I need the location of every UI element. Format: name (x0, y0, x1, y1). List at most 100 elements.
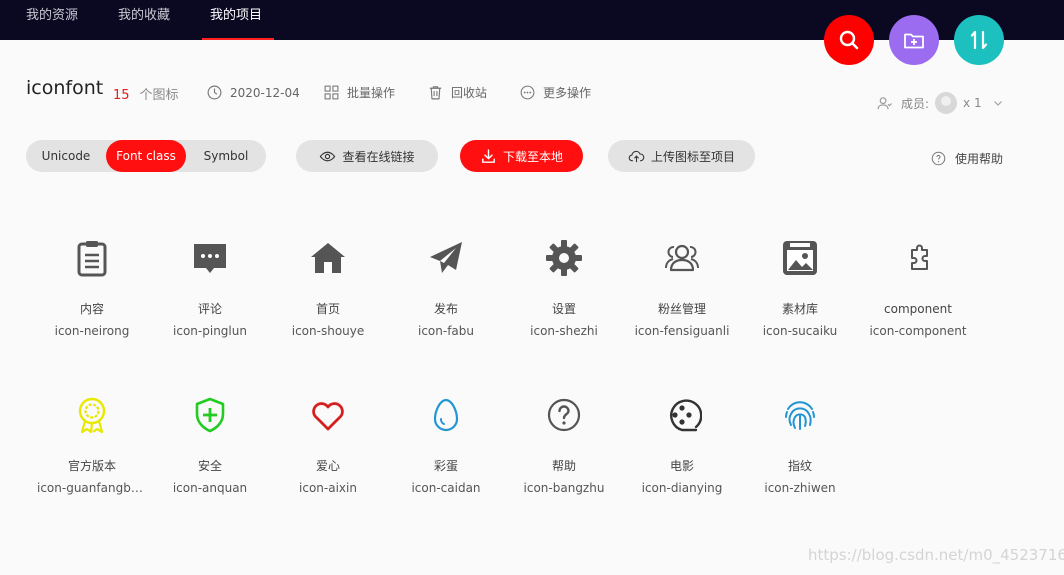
icon-code: icon-sucaiku (762, 324, 838, 338)
help-icon (931, 151, 946, 166)
icon-code: icon-dianying (641, 481, 723, 495)
more-operations-link[interactable]: 更多操作 (519, 84, 591, 101)
icon-code: icon-aixin (299, 481, 357, 495)
icon-name: 素材库 (781, 302, 818, 316)
upload-button[interactable]: 上传图标至项目 (608, 140, 755, 172)
icon-code: icon-anquan (172, 481, 248, 495)
icon-name: 内容 (79, 302, 104, 316)
icon-name: 官方版本 (67, 459, 116, 473)
icon-code: icon-shezhi (530, 324, 598, 338)
icon-name: 设置 (551, 302, 576, 316)
icon-card-fensiguanli[interactable]: 粉丝管理 icon-fensiguanli (623, 238, 741, 339)
batch-operations-label: 批量操作 (347, 86, 396, 100)
home-icon (311, 243, 345, 273)
eye-icon (320, 151, 336, 161)
upload-label: 上传图标至项目 (650, 149, 735, 164)
icon-card-guanfangbanben[interactable]: 官方版本 icon-guanfangbanben (33, 395, 151, 496)
tab-my-resources[interactable]: 我的资源 (26, 0, 78, 40)
icon-name: 帮助 (551, 459, 576, 473)
help-circle-icon (547, 398, 581, 432)
icon-name: 爱心 (315, 459, 340, 473)
icon-card-pinglun[interactable]: 评论 icon-pinglun (151, 238, 269, 339)
project-date-text: 2020-12-04 (230, 85, 300, 100)
format-segmented-control: Unicode Font class Symbol (26, 140, 266, 172)
egg-icon (433, 398, 459, 432)
sort-arrows-icon (970, 30, 988, 50)
project-date: 2020-12-04 (206, 84, 300, 101)
icon-name: 指纹 (787, 459, 812, 473)
members-info[interactable]: 成员: x 1 (876, 92, 1004, 114)
fingerprint-icon (785, 401, 815, 430)
icon-code: icon-caidan (411, 481, 481, 495)
comment-icon (194, 244, 226, 273)
help-link[interactable]: 使用帮助 (931, 150, 1003, 167)
download-button[interactable]: 下载至本地 (460, 140, 583, 172)
project-title: iconfont (26, 77, 104, 99)
cloud-upload-icon (628, 150, 645, 162)
puzzle-icon (911, 244, 928, 270)
clipboard-icon (77, 241, 107, 277)
batch-icon (324, 85, 339, 100)
add-folder-button[interactable] (889, 15, 939, 65)
icon-code: icon-shouye (291, 324, 365, 338)
icon-card-fabu[interactable]: 发布 icon-fabu (387, 238, 505, 339)
icon-count-value: 15 (113, 88, 130, 103)
view-online-link-button[interactable]: 查看在线链接 (296, 140, 438, 172)
icon-card-component[interactable]: component icon-component (859, 238, 977, 339)
mode-symbol[interactable]: Symbol (186, 140, 266, 172)
download-label: 下载至本地 (502, 149, 563, 164)
icon-code: icon-fabu (417, 324, 474, 338)
icon-card-zhiwen[interactable]: 指纹 icon-zhiwen (741, 395, 859, 496)
member-avatar[interactable] (935, 92, 958, 114)
icon-count: 15 个图标 (113, 84, 179, 103)
tab-my-favorites[interactable]: 我的收藏 (118, 0, 170, 40)
icon-card-neirong[interactable]: 内容 icon-neirong (33, 238, 151, 339)
more-operations-label: 更多操作 (543, 86, 592, 100)
paper-plane-icon (430, 242, 462, 273)
mode-font-class[interactable]: Font class (106, 140, 186, 172)
badge-icon (78, 397, 106, 434)
users-icon (665, 244, 699, 272)
mode-unicode[interactable]: Unicode (26, 140, 106, 172)
view-online-label: 查看在线链接 (342, 149, 415, 164)
icon-card-shouye[interactable]: 首页 icon-shouye (269, 238, 387, 339)
icon-card-bangzhu[interactable]: 帮助 icon-bangzhu (505, 395, 623, 496)
image-library-icon (783, 241, 817, 275)
film-reel-icon (670, 399, 702, 432)
members-label: 成员: (901, 96, 930, 111)
member-icon (877, 96, 892, 109)
watermark: https://blog.csdn.net/m0_45237165 (808, 546, 1064, 564)
icon-card-dianying[interactable]: 电影 icon-dianying (623, 395, 741, 496)
tab-my-projects[interactable]: 我的项目 (210, 0, 262, 40)
icon-count-unit: 个图标 (139, 88, 179, 103)
help-label: 使用帮助 (955, 152, 1004, 166)
trash-icon (429, 86, 442, 100)
icon-name: 评论 (197, 302, 222, 316)
heart-icon (312, 402, 344, 431)
icon-card-aixin[interactable]: 爱心 icon-aixin (269, 395, 387, 496)
batch-operations-link[interactable]: 批量操作 (323, 84, 395, 101)
icon-name: 首页 (315, 302, 340, 316)
chevron-down-icon[interactable] (992, 97, 1004, 109)
icon-name: 彩蛋 (433, 459, 458, 473)
search-icon (839, 30, 859, 50)
members-count: x 1 (963, 96, 982, 110)
search-button[interactable] (824, 15, 874, 65)
icon-card-shezhi[interactable]: 设置 icon-shezhi (505, 238, 623, 339)
folder-plus-icon (904, 33, 924, 49)
recycle-bin-label: 回收站 (451, 86, 488, 100)
icon-card-caidan[interactable]: 彩蛋 icon-caidan (387, 395, 505, 496)
icon-code: icon-pinglun (173, 324, 247, 338)
icon-code: icon-zhiwen (764, 481, 836, 495)
icon-code: icon-neirong (54, 324, 130, 338)
active-tab-indicator (202, 38, 274, 40)
icon-card-sucaiku[interactable]: 素材库 icon-sucaiku (741, 238, 859, 339)
icon-code: icon-guanfangbanben (37, 481, 151, 495)
icon-code: icon-bangzhu (523, 481, 605, 495)
icon-name: component (884, 302, 952, 316)
icon-name: 发布 (433, 302, 458, 316)
recycle-bin-link[interactable]: 回收站 (427, 84, 487, 101)
icon-card-anquan[interactable]: 安全 icon-anquan (151, 395, 269, 496)
icon-code: icon-component (869, 324, 967, 338)
sort-button[interactable] (954, 15, 1004, 65)
